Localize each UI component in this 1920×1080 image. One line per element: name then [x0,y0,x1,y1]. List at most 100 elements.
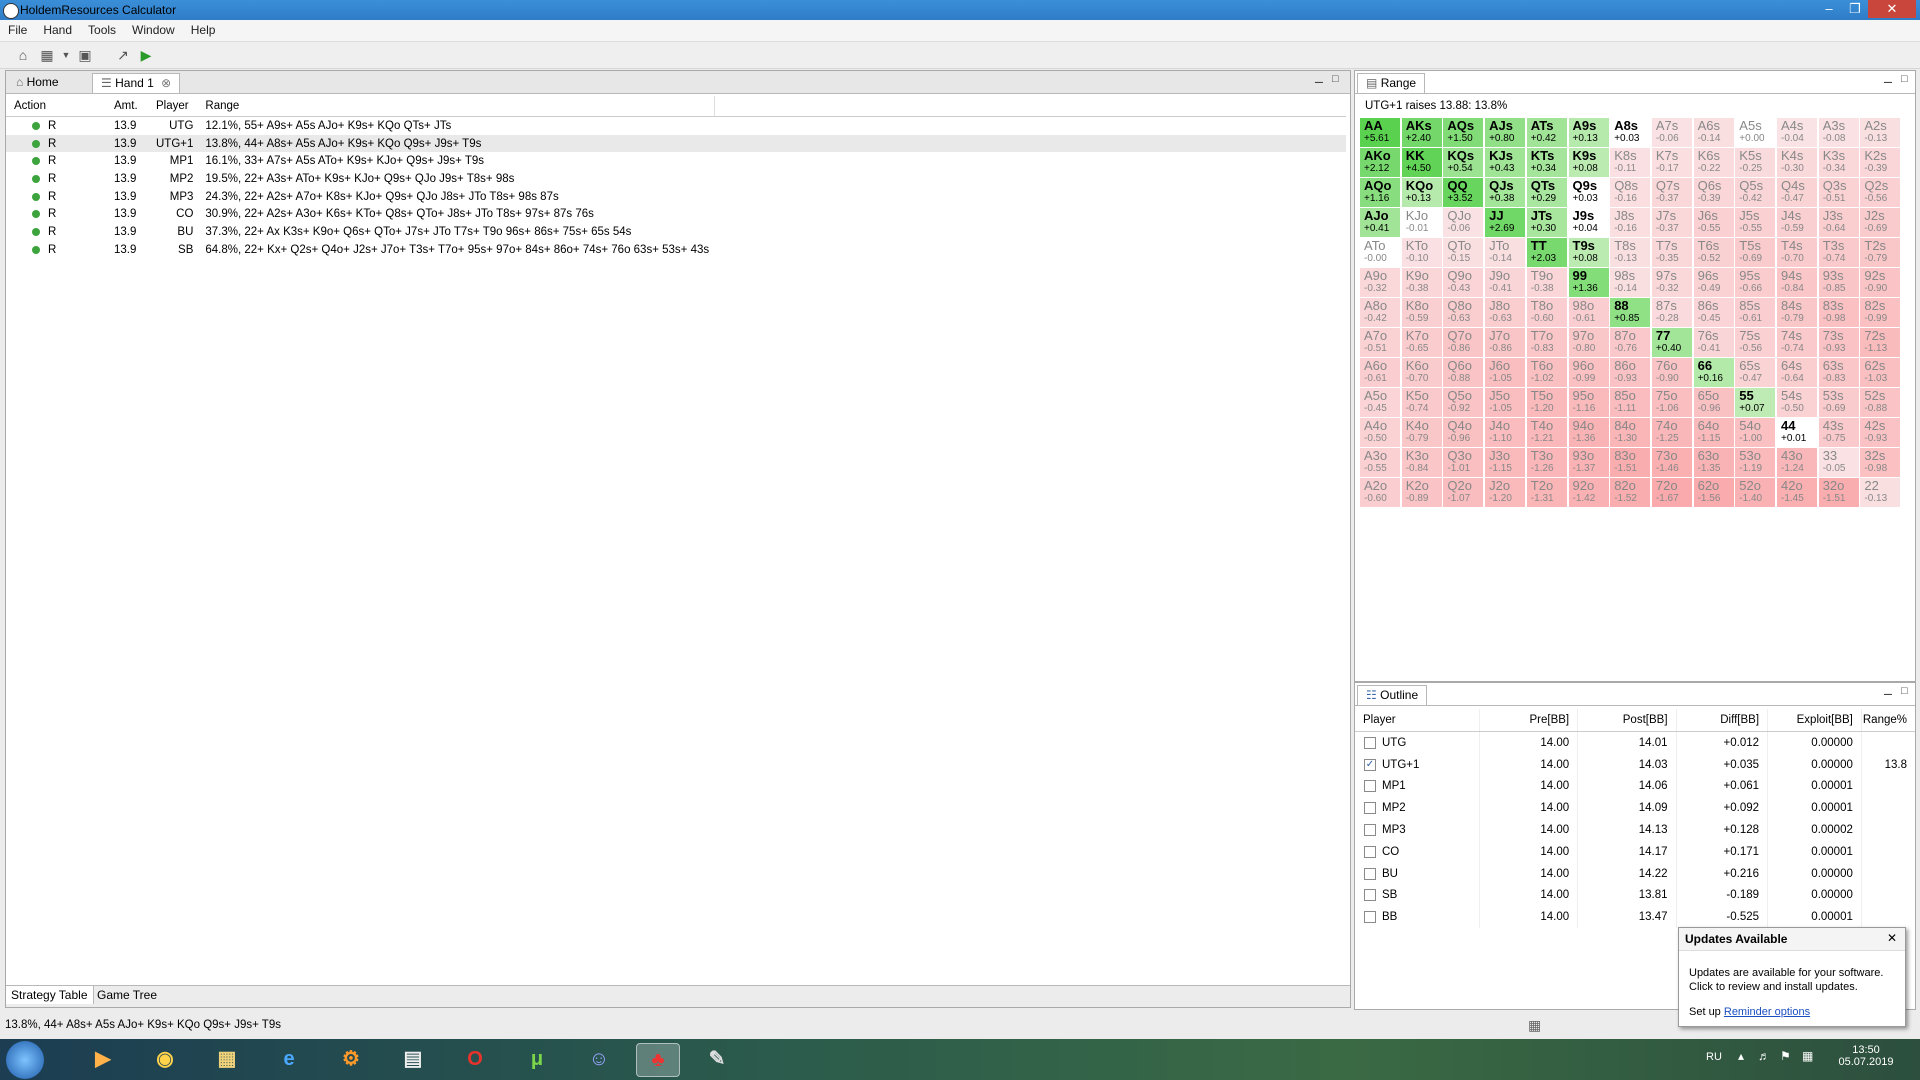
internet-explorer-icon[interactable]: e [268,1043,310,1075]
table-row[interactable]: R 13.9 SB 64.8%, 22+ Kx+ Q2s+ Q4o+ J2s+ J7o… [6,241,1346,259]
range-cell[interactable]: J9o -0.41 [1485,268,1526,297]
range-cell[interactable]: A4s -0.04 [1777,118,1817,147]
table-row[interactable]: MP2 14.00 14.09 +0.092 0.00001 [1355,797,1915,820]
range-minimize-icon[interactable]: ⚊ [1883,73,1893,86]
range-cell[interactable]: 76s -0.41 [1693,328,1734,357]
range-cell[interactable]: 93s -0.85 [1818,268,1859,297]
range-cell[interactable]: ATs +0.42 [1526,118,1567,147]
menu-window[interactable]: Window [124,20,183,37]
range-cell[interactable]: 65o -0.96 [1693,388,1734,417]
range-cell[interactable]: 62s -1.03 [1860,358,1901,387]
range-cell[interactable]: T9s +0.08 [1568,238,1609,267]
range-cell[interactable]: 92o -1.42 [1568,478,1609,507]
range-cell[interactable]: TT +2.03 [1526,238,1567,267]
table-row[interactable]: UTG 14.00 14.01 +0.012 0.00000 [1355,731,1915,754]
holdemresources-icon[interactable]: ♣ [636,1043,680,1077]
range-cell[interactable]: 96s -0.49 [1693,268,1734,297]
range-cell[interactable]: J9s +0.04 [1568,208,1609,237]
menu-help[interactable]: Help [183,20,224,37]
range-cell[interactable]: J6s -0.55 [1693,208,1734,237]
range-cell[interactable]: 66 +0.16 [1693,358,1734,387]
range-cell[interactable]: J4o -1.10 [1485,418,1526,447]
open-folder-icon[interactable]: ▣ [76,46,94,64]
range-cell[interactable]: A8o -0.42 [1360,298,1400,327]
range-cell[interactable]: 83s -0.98 [1818,298,1859,327]
range-cell[interactable]: T3s -0.74 [1818,238,1859,267]
range-cell[interactable]: QQ +3.52 [1443,178,1484,207]
range-cell[interactable]: K6s -0.22 [1693,148,1734,177]
range-cell[interactable]: JTo -0.14 [1485,238,1526,267]
range-cell[interactable]: 73o -1.46 [1651,448,1692,477]
range-cell[interactable]: 54s -0.50 [1777,388,1817,417]
range-cell[interactable]: A7o -0.51 [1360,328,1400,357]
table-row[interactable]: R 13.9 UTG 12.1%, 55+ A9s+ A5s AJo+ K9s+ KQ… [6,117,1346,135]
discord-icon[interactable]: ☺ [578,1043,620,1075]
range-cell[interactable]: J7o -0.86 [1485,328,1526,357]
maximize-button[interactable]: ❐ [1842,0,1868,18]
range-cell[interactable]: K3s -0.34 [1818,148,1859,177]
range-cell[interactable]: QJs +0.38 [1485,178,1526,207]
range-cell[interactable]: KJs +0.43 [1485,148,1526,177]
checkbox[interactable] [1364,867,1376,880]
range-cell[interactable]: Q5s -0.42 [1735,178,1776,207]
checkbox[interactable] [1364,736,1376,749]
checkbox[interactable] [1364,911,1376,924]
range-cell[interactable]: QJo -0.06 [1443,208,1484,237]
range-cell[interactable]: K7o -0.65 [1401,328,1442,357]
utorrent-icon[interactable]: μ [516,1043,558,1075]
range-cell[interactable]: A2s -0.13 [1860,118,1901,147]
range-cell[interactable]: A4o -0.50 [1360,418,1400,447]
flag-icon[interactable]: ⚑ [1780,1049,1791,1063]
range-cell[interactable]: 94o -1.36 [1568,418,1609,447]
range-cell[interactable]: A5s +0.00 [1735,118,1776,147]
reminder-options-link[interactable]: Reminder options [1724,1006,1810,1018]
range-cell[interactable]: Q5o -0.92 [1443,388,1484,417]
range-cell[interactable]: 87o -0.76 [1610,328,1651,357]
range-cell[interactable]: T9o -0.38 [1526,268,1567,297]
range-cell[interactable]: 64o -1.15 [1693,418,1734,447]
range-maximize-icon[interactable]: □ [1901,73,1908,85]
range-cell[interactable]: KTo -0.10 [1401,238,1442,267]
col-pre[interactable]: Pre[BB] [1479,709,1578,732]
range-cell[interactable]: 85s -0.61 [1735,298,1776,327]
range-cell[interactable]: K3o -0.84 [1401,448,1442,477]
minimize-button[interactable]: – [1816,0,1842,18]
col-post[interactable]: Post[BB] [1577,709,1677,732]
range-cell[interactable]: T6o -1.02 [1526,358,1567,387]
range-cell[interactable]: K4s -0.30 [1777,148,1817,177]
range-cell[interactable]: K7s -0.17 [1651,148,1692,177]
range-cell[interactable]: 42o -1.45 [1777,478,1817,507]
close-button[interactable]: ✕ [1868,0,1916,18]
range-cell[interactable]: K5s -0.25 [1735,148,1776,177]
opera-icon[interactable]: O [454,1043,496,1075]
range-cell[interactable]: Q7o -0.86 [1443,328,1484,357]
range-cell[interactable]: KQs +0.54 [1443,148,1484,177]
range-cell[interactable]: 65s -0.47 [1735,358,1776,387]
checkbox[interactable] [1364,824,1376,837]
range-cell[interactable]: T2s -0.79 [1860,238,1901,267]
range-cell[interactable]: AJs +0.80 [1485,118,1526,147]
range-cell[interactable]: 76o -0.90 [1651,358,1692,387]
range-cell[interactable]: 32s -0.98 [1860,448,1901,477]
start-button[interactable] [6,1041,44,1079]
range-cell[interactable]: KK +4.50 [1401,148,1442,177]
range-cell[interactable]: 98s -0.14 [1610,268,1651,297]
maximize-panel-icon[interactable]: □ [1332,73,1339,85]
table-row[interactable]: MP1 14.00 14.06 +0.061 0.00001 [1355,775,1915,798]
range-cell[interactable]: 86s -0.45 [1693,298,1734,327]
range-cell[interactable]: A2o -0.60 [1360,478,1400,507]
range-cell[interactable]: K5o -0.74 [1401,388,1442,417]
range-cell[interactable]: 84o -1.30 [1610,418,1651,447]
table-row[interactable]: R 13.9 MP2 19.5%, 22+ A3s+ ATo+ K9s+ KJo+ Q… [6,170,1346,188]
orange-app-icon[interactable]: ⚙ [330,1043,372,1075]
range-cell[interactable]: 85o -1.11 [1610,388,1651,417]
col-diff[interactable]: Diff[BB] [1675,709,1768,732]
range-cell[interactable]: T8o -0.60 [1526,298,1567,327]
range-cell[interactable]: 53s -0.69 [1818,388,1859,417]
tab-home[interactable]: ⌂ Home [8,73,67,92]
media-player-icon[interactable]: ▶ [82,1043,124,1075]
range-cell[interactable]: Q3o -1.01 [1443,448,1484,477]
range-cell[interactable]: 43o -1.24 [1777,448,1817,477]
range-cell[interactable]: 87s -0.28 [1651,298,1692,327]
range-cell[interactable]: 52o -1.40 [1735,478,1776,507]
